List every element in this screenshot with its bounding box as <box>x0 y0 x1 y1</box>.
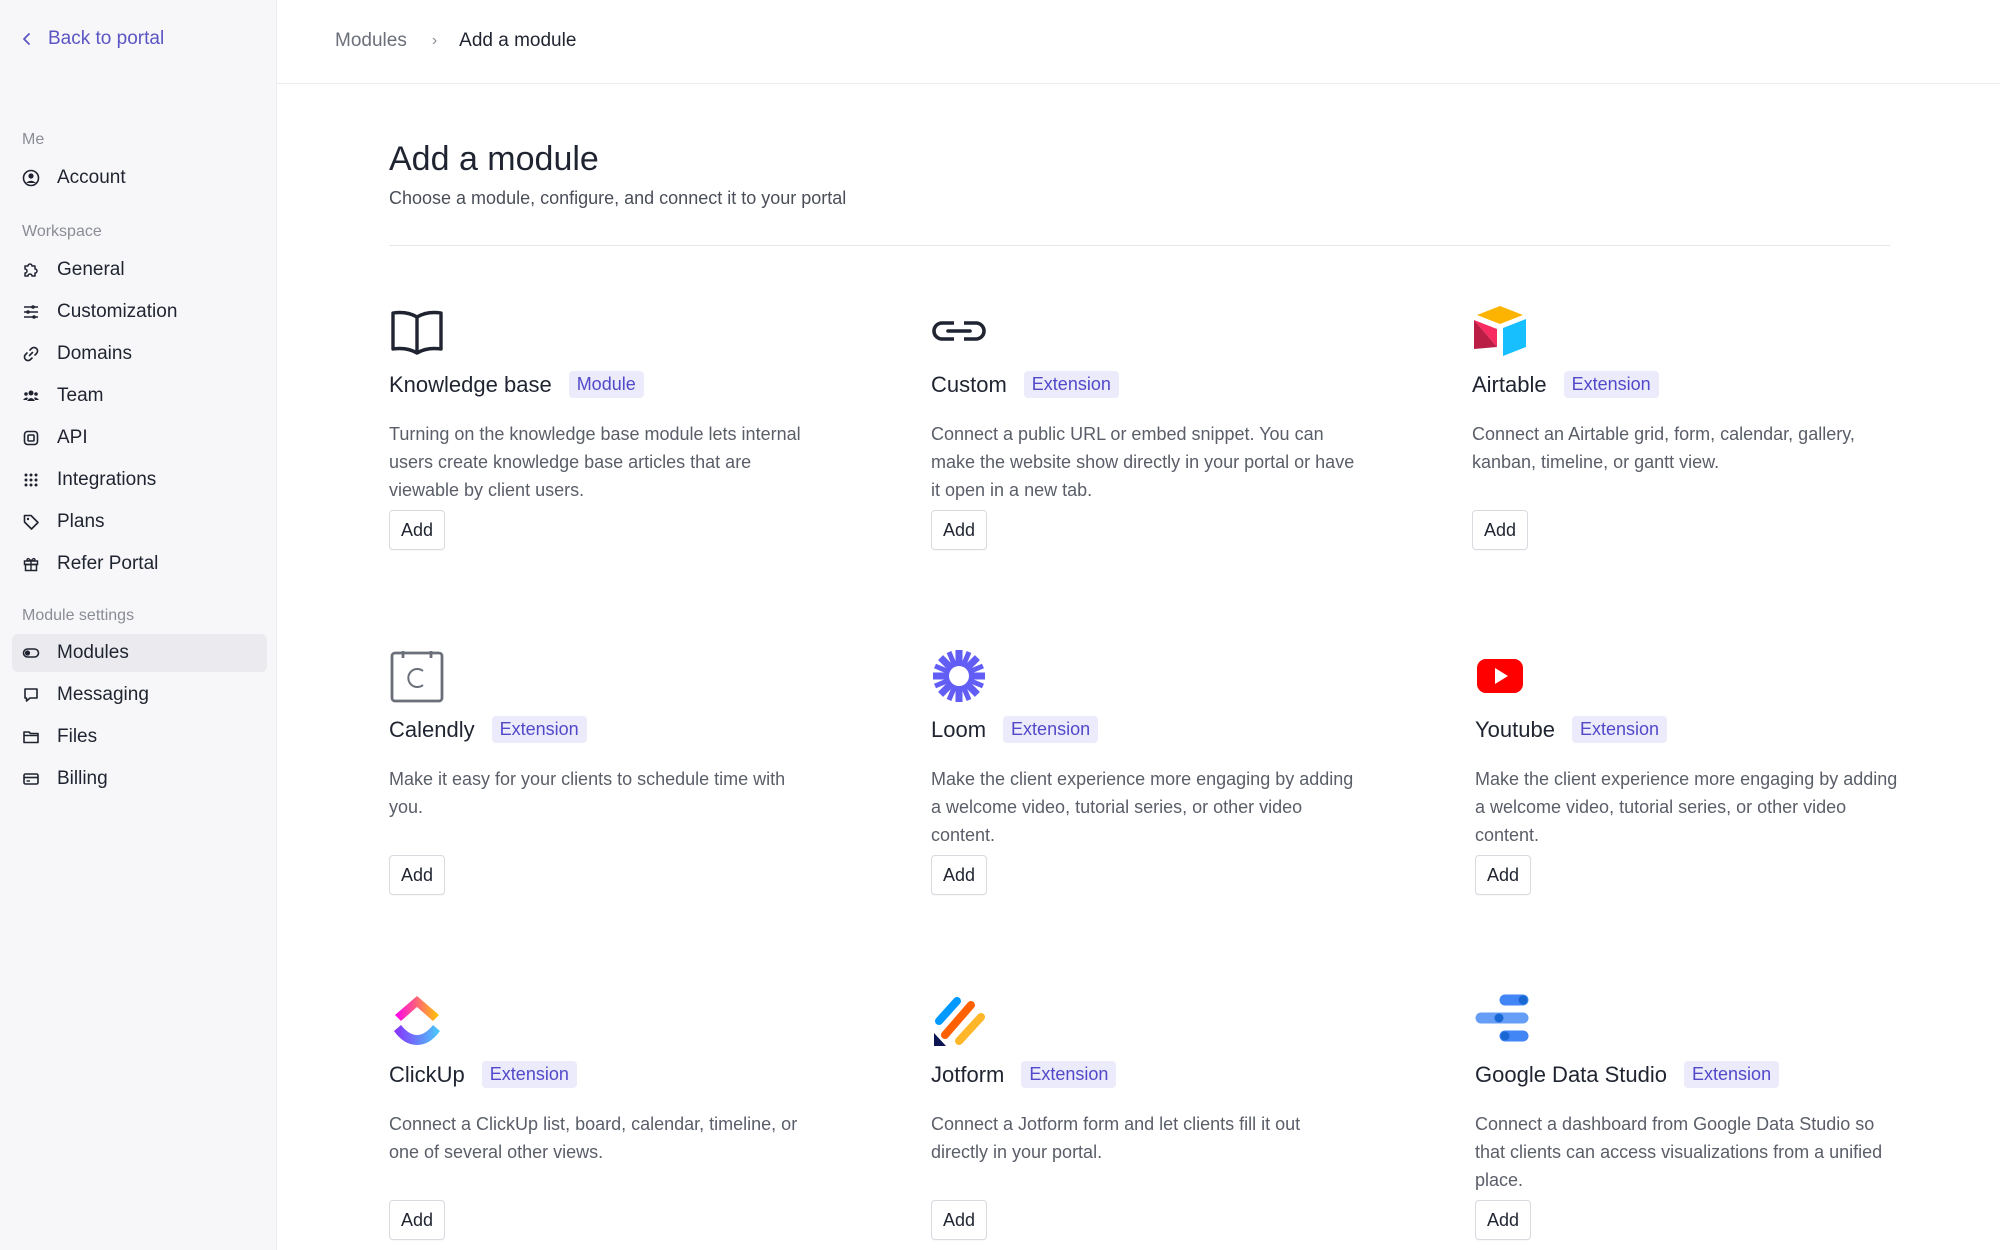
sidebar: Back to portal Me Account Workspace Gene… <box>0 0 277 1250</box>
chat-icon <box>22 686 40 704</box>
module-name: Youtube <box>1475 716 1555 742</box>
sidebar-item-label: Messaging <box>57 684 149 705</box>
module-description: Connect a ClickUp list, board, calendar,… <box>389 1114 798 1162</box>
link-icon <box>22 345 40 363</box>
clickup-logo-icon <box>389 993 445 1049</box>
google-data-studio-logo-icon <box>1475 993 1531 1049</box>
sidebar-item-files[interactable]: Files <box>12 718 267 756</box>
sidebar-item-label: Modules <box>57 642 129 663</box>
folder-icon <box>22 728 40 746</box>
module-type-badge: Extension <box>1003 716 1099 743</box>
section-label-workspace: Workspace <box>22 223 102 240</box>
sidebar-item-account[interactable]: Account <box>12 159 267 197</box>
gift-icon <box>22 555 40 573</box>
module-type-badge: Extension <box>1571 716 1668 743</box>
add-google-data-studio-button[interactable]: Add <box>1475 1200 1532 1240</box>
api-icon <box>22 429 40 447</box>
add-calendly-button[interactable]: Add <box>389 855 446 895</box>
sidebar-item-label: Refer Portal <box>57 553 159 574</box>
module-description: Connect an Airtable grid, form, calendar… <box>1472 424 1855 472</box>
youtube-logo-icon <box>1475 648 1531 704</box>
chevron-left-icon <box>23 33 30 45</box>
add-custom-button[interactable]: Add <box>931 510 988 550</box>
add-knowledge-base-button[interactable]: Add <box>389 510 446 550</box>
add-airtable-button[interactable]: Add <box>1472 510 1529 550</box>
breadcrumb-current: Add a module <box>459 30 577 51</box>
sidebar-item-label: Customization <box>57 301 178 322</box>
module-name: Custom <box>931 371 1007 397</box>
module-name: Calendly <box>389 716 475 742</box>
airtable-logo-icon <box>1472 303 1528 359</box>
section-label-module-settings: Module settings <box>22 607 135 624</box>
sidebar-item-team[interactable]: Team <box>12 377 267 415</box>
sidebar-item-messaging[interactable]: Messaging <box>12 676 267 714</box>
loom-logo-icon <box>931 648 987 704</box>
module-description: Connect a dashboard from Google Data Stu… <box>1475 1114 1883 1190</box>
sidebar-item-modules[interactable]: Modules <box>12 634 267 672</box>
module-name: Airtable <box>1472 371 1547 397</box>
chevron-right-icon: › <box>431 32 438 49</box>
team-icon <box>22 387 40 405</box>
calendly-logo-icon <box>389 648 445 704</box>
user-circle-icon <box>22 169 40 187</box>
back-to-portal-link[interactable]: Back to portal <box>20 28 164 50</box>
back-to-portal-label: Back to portal <box>48 28 165 49</box>
sidebar-item-billing[interactable]: Billing <box>12 760 267 798</box>
module-type-badge: Extension <box>1563 371 1659 398</box>
sidebar-item-plans[interactable]: Plans <box>12 503 267 541</box>
module-type-badge: Module <box>568 371 644 398</box>
breadcrumb-modules-link[interactable]: Modules <box>335 30 407 52</box>
module-type-badge: Extension <box>1023 371 1119 398</box>
sidebar-item-integrations[interactable]: Integrations <box>12 461 267 499</box>
sidebar-item-label: Billing <box>57 768 108 789</box>
puzzle-icon <box>22 261 40 279</box>
sidebar-item-domains[interactable]: Domains <box>12 335 267 373</box>
add-clickup-button[interactable]: Add <box>389 1200 446 1240</box>
module-type-badge: Extension <box>1021 1061 1117 1088</box>
add-youtube-button[interactable]: Add <box>1475 855 1532 895</box>
module-name: Loom <box>931 716 987 742</box>
module-description: Turning on the knowledge base module let… <box>389 424 801 500</box>
module-description: Make it easy for your clients to schedul… <box>389 769 786 817</box>
module-description: Make the client experience more engaging… <box>1475 769 1898 845</box>
module-name: Jotform <box>931 1061 1005 1087</box>
module-type-badge: Extension <box>481 1061 577 1088</box>
link-icon <box>931 303 987 359</box>
sidebar-item-general[interactable]: General <box>12 251 267 289</box>
module-type-badge: Extension <box>1684 1061 1780 1088</box>
sidebar-item-label: Team <box>57 385 104 406</box>
header-divider <box>389 245 1890 246</box>
sidebar-item-label: API <box>57 427 88 448</box>
page-subtitle: Choose a module, configure, and connect … <box>389 188 847 208</box>
module-name: Knowledge base <box>389 371 552 397</box>
page-title: Add a module <box>389 140 599 178</box>
sidebar-item-label: General <box>57 259 125 280</box>
credit-card-icon <box>22 770 40 788</box>
toggle-icon <box>22 644 40 662</box>
add-jotform-button[interactable]: Add <box>931 1200 988 1240</box>
sidebar-item-customization[interactable]: Customization <box>12 293 267 331</box>
module-type-badge: Extension <box>491 716 587 743</box>
grid-icon <box>22 471 40 489</box>
sidebar-item-refer-portal[interactable]: Refer Portal <box>12 545 267 583</box>
top-bar: Modules › Add a module <box>277 0 2000 84</box>
module-description: Connect a public URL or embed snippet. Y… <box>931 424 1355 500</box>
sidebar-item-label: Account <box>57 167 126 188</box>
module-name: Google Data Studio <box>1475 1061 1668 1087</box>
add-loom-button[interactable]: Add <box>931 855 988 895</box>
tag-icon <box>22 513 40 531</box>
jotform-logo-icon <box>931 993 987 1049</box>
module-name: ClickUp <box>389 1061 465 1087</box>
breadcrumb: Modules › Add a module <box>335 30 576 52</box>
sidebar-item-label: Domains <box>57 343 132 364</box>
sidebar-item-label: Files <box>57 726 98 747</box>
module-description: Make the client experience more engaging… <box>931 769 1354 845</box>
book-icon <box>389 303 445 359</box>
section-label-me: Me <box>22 131 45 148</box>
sidebar-item-api[interactable]: API <box>12 419 267 457</box>
sliders-icon <box>22 303 40 321</box>
sidebar-item-label: Integrations <box>57 469 157 490</box>
sidebar-item-label: Plans <box>57 511 105 532</box>
module-description: Connect a Jotform form and let clients f… <box>931 1114 1301 1162</box>
